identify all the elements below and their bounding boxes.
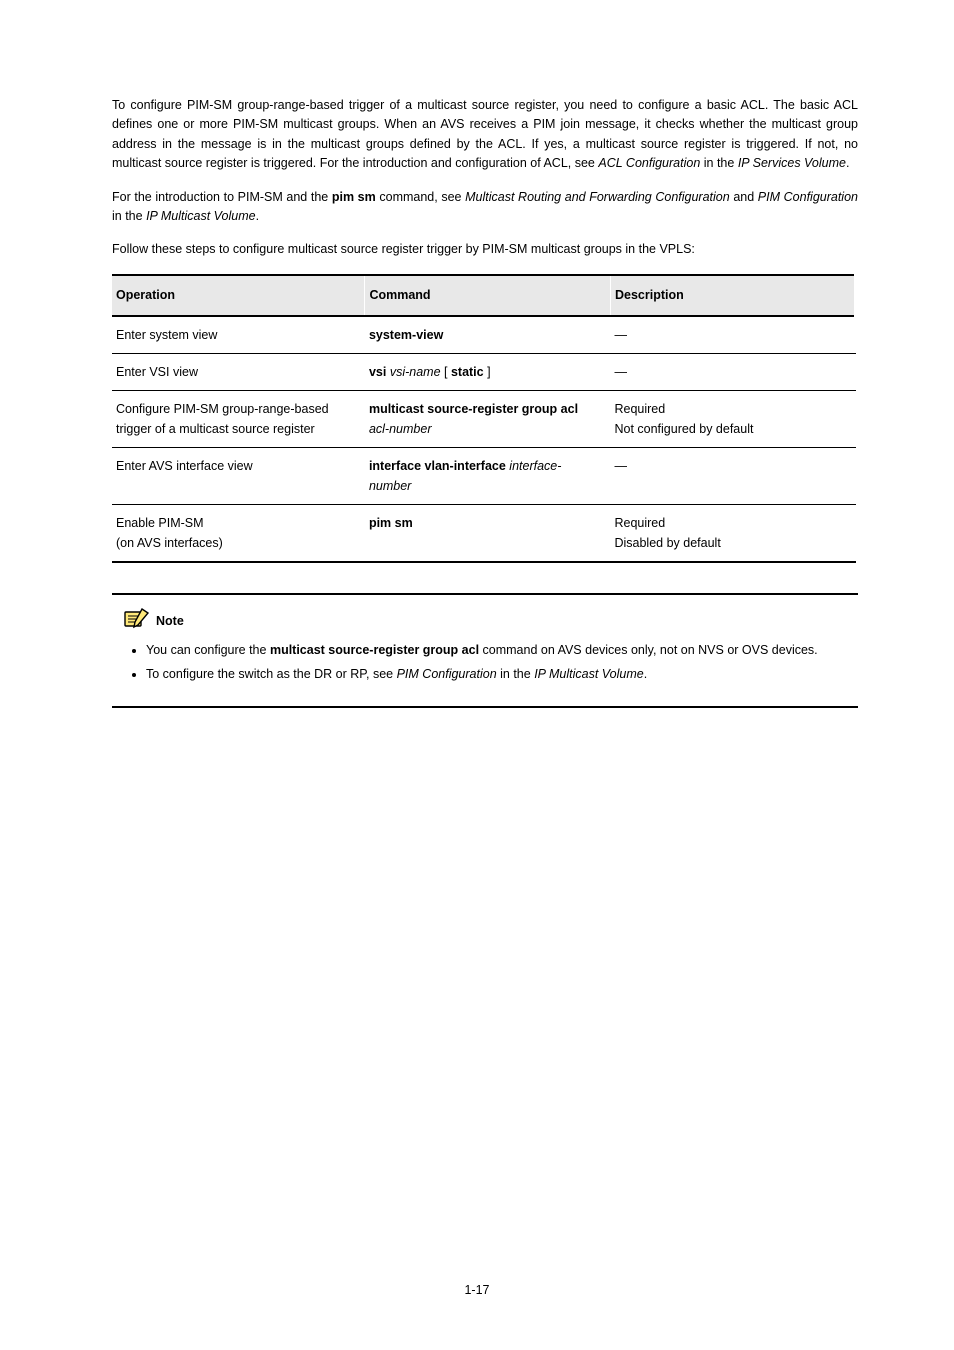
paragraph-1: To configure PIM-SM group-range-based tr…: [112, 96, 858, 174]
command-table: Operation Command Description Enter syst…: [112, 274, 858, 563]
document-page: To configure PIM-SM group-range-based tr…: [0, 0, 954, 1350]
table-header-command: Command: [365, 275, 611, 316]
table-row: Enable PIM-SM(on AVS interfaces) pim sm …: [112, 505, 856, 563]
table-row: Configure PIM-SM group-range-based trigg…: [112, 391, 856, 448]
paragraph-2: For the introduction to PIM-SM and the p…: [112, 188, 858, 227]
note-icon: [124, 607, 150, 635]
table-row: Enter system view system-view —: [112, 316, 856, 354]
body-text: To configure PIM-SM group-range-based tr…: [112, 96, 858, 260]
table-caption: Follow these steps to configure multicas…: [112, 240, 858, 259]
table-header-operation: Operation: [112, 275, 365, 316]
table-row: Enter AVS interface view interface vlan-…: [112, 448, 856, 505]
table-header-description: Description: [610, 275, 856, 316]
list-item: You can configure the multicast source-r…: [146, 641, 858, 660]
page-number: 1-17: [0, 1281, 954, 1300]
table-row: Enter VSI view vsi vsi-name [ static ] —: [112, 354, 856, 391]
note-header: Note: [124, 607, 858, 635]
list-item: To configure the switch as the DR or RP,…: [146, 665, 858, 684]
note-block: Note You can configure the multicast sou…: [112, 593, 858, 708]
note-label: Note: [156, 612, 184, 631]
note-list: You can configure the multicast source-r…: [112, 641, 858, 684]
